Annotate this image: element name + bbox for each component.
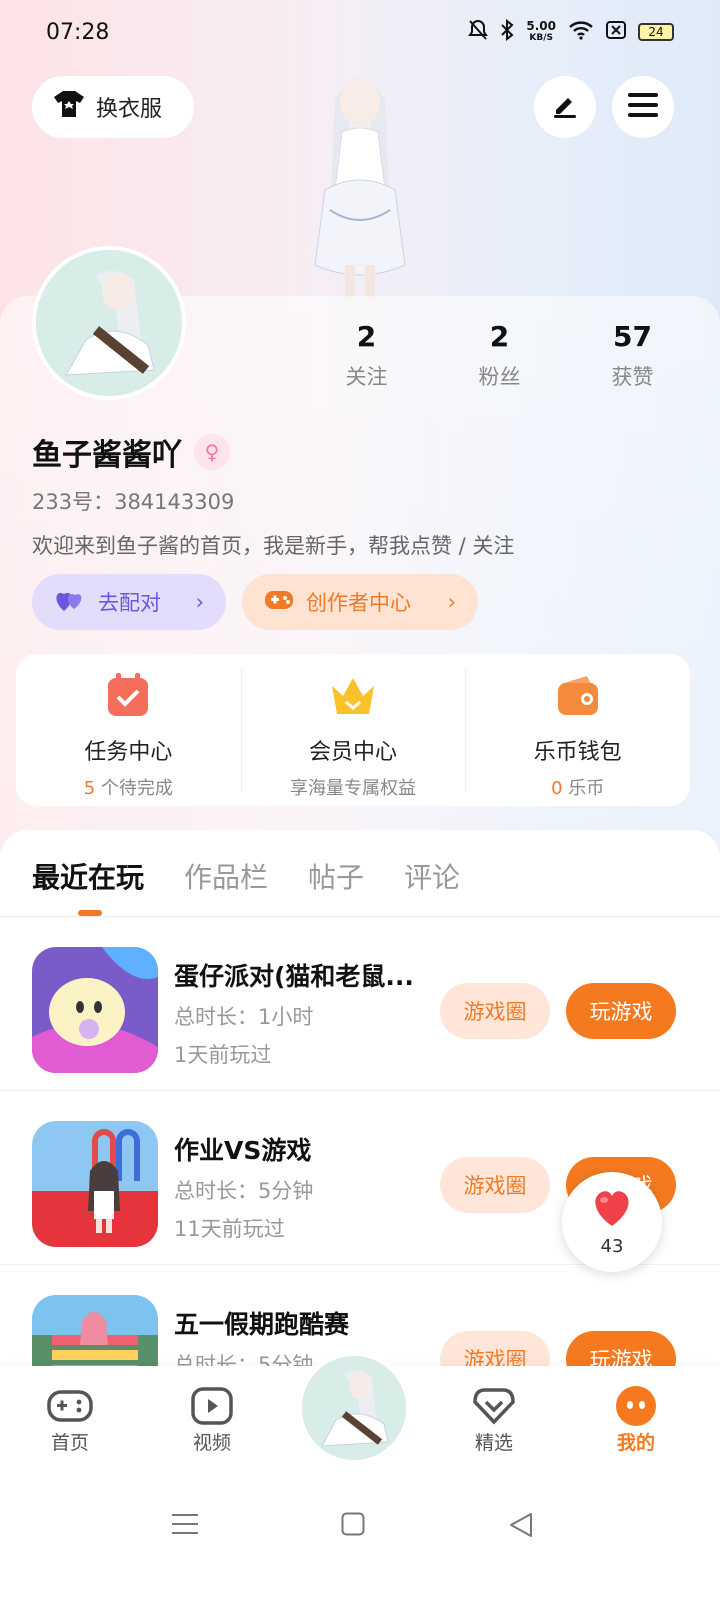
wallet-icon xyxy=(557,676,598,715)
pen-icon xyxy=(550,90,580,124)
net-speed: 5.00 KB/S xyxy=(526,19,556,43)
game-last-played: 11天前玩过 xyxy=(174,1217,285,1241)
face-icon xyxy=(612,1384,660,1428)
mute-bell-icon xyxy=(468,19,489,46)
nav-featured[interactable]: 精选 xyxy=(454,1384,534,1455)
stat-following[interactable]: 2 关注 xyxy=(300,320,433,391)
vip-center-entry[interactable]: 会员中心 享海量专属权益 xyxy=(240,654,466,806)
tab-posts[interactable]: 帖子 xyxy=(308,856,364,896)
profile-avatar[interactable] xyxy=(32,246,186,400)
system-navigation-bar xyxy=(0,1474,720,1600)
game-duration: 总时长：5分钟 xyxy=(174,1179,314,1203)
game-circle-button[interactable]: 游戏圈 xyxy=(440,983,550,1039)
crown-icon xyxy=(332,678,374,714)
nav-home[interactable]: 首页 xyxy=(30,1384,110,1455)
stat-followers[interactable]: 2 粉丝 xyxy=(433,320,566,391)
status-bar: 07:28 5.00 KB/S 24 xyxy=(0,0,720,64)
tab-comments[interactable]: 评论 xyxy=(404,856,460,896)
creator-center-label: 创作者中心 xyxy=(306,591,411,615)
recent-apps-icon[interactable] xyxy=(172,1512,198,1536)
tshirt-icon xyxy=(52,89,86,125)
avatar-character-figure xyxy=(290,60,430,300)
match-button[interactable]: 去配对 › xyxy=(32,574,226,630)
nickname: 鱼子酱酱吖 xyxy=(32,438,182,473)
chevron-right-icon: › xyxy=(195,590,204,614)
creator-center-button[interactable]: 创作者中心 › xyxy=(242,574,478,630)
home-icon[interactable] xyxy=(341,1512,365,1536)
wallet-entry[interactable]: 乐币钱包 0 乐币 xyxy=(465,654,690,806)
like-count: 43 xyxy=(600,1235,624,1257)
edit-profile-button[interactable] xyxy=(534,76,596,138)
game-thumbnail xyxy=(32,947,158,1073)
floating-like-button[interactable]: 43 xyxy=(562,1172,662,1272)
menu-button[interactable] xyxy=(612,76,674,138)
game-thumbnail xyxy=(32,1121,158,1247)
profile-stats: 2 关注 2 粉丝 57 获赞 xyxy=(300,320,700,391)
video-play-icon xyxy=(188,1384,236,1428)
profile-intro: 欢迎来到鱼子酱的首页，我是新手，帮我点赞 / 关注 xyxy=(32,534,515,558)
chevron-right-icon: › xyxy=(447,590,456,614)
nav-mine[interactable]: 我的 xyxy=(596,1384,676,1455)
quick-actions-panel: 任务中心 5 个待完成 会员中心 享海量专属权益 乐币钱包 0 乐币 xyxy=(16,654,690,806)
game-circle-button[interactable]: 游戏圈 xyxy=(440,1157,550,1213)
game-duration: 总时长：1小时 xyxy=(174,1005,314,1029)
nickname-row: 鱼子酱酱吖 ♀ xyxy=(32,430,230,474)
nav-avatar-button[interactable] xyxy=(298,1352,410,1464)
calendar-check-icon xyxy=(108,673,149,716)
game-row[interactable]: 蛋仔派对(猫和老鼠... 总时长：1小时 1天前玩过 游戏圈 玩游戏 xyxy=(0,917,720,1091)
change-outfit-button[interactable]: 换衣服 xyxy=(32,76,194,138)
nav-video[interactable]: 视频 xyxy=(172,1384,252,1455)
tab-recent-play[interactable]: 最近在玩 xyxy=(32,856,144,896)
double-heart-icon xyxy=(54,587,86,618)
play-game-button[interactable]: 玩游戏 xyxy=(566,983,676,1039)
change-outfit-label: 换衣服 xyxy=(96,97,163,122)
battery-indicator: 24 xyxy=(638,23,674,41)
heart-box-icon xyxy=(470,1384,518,1428)
user-id: 233号：384143309 xyxy=(32,490,235,514)
game-name: 蛋仔派对(猫和老鼠... xyxy=(174,962,414,991)
profile-tabs: 最近在玩 作品栏 帖子 评论 xyxy=(32,856,460,896)
heart-icon xyxy=(590,1188,634,1232)
back-icon[interactable] xyxy=(508,1512,534,1538)
game-name: 作业VS游戏 xyxy=(174,1136,312,1165)
stat-likes[interactable]: 57 获赞 xyxy=(566,320,699,391)
game-last-played: 1天前玩过 xyxy=(174,1043,272,1067)
wifi-icon xyxy=(568,20,594,45)
tab-works[interactable]: 作品栏 xyxy=(184,856,268,896)
bluetooth-icon xyxy=(500,18,514,46)
gamepad-icon xyxy=(264,588,294,617)
gamepad-icon xyxy=(46,1384,94,1428)
task-center-entry[interactable]: 任务中心 5 个待完成 xyxy=(16,654,241,806)
menu-icon xyxy=(628,92,658,122)
status-time: 07:28 xyxy=(46,19,110,45)
female-gender-icon: ♀ xyxy=(194,434,230,470)
sim-icon xyxy=(606,20,626,44)
match-label: 去配对 xyxy=(98,591,161,615)
game-name: 五一假期跑酷赛 xyxy=(174,1310,350,1339)
